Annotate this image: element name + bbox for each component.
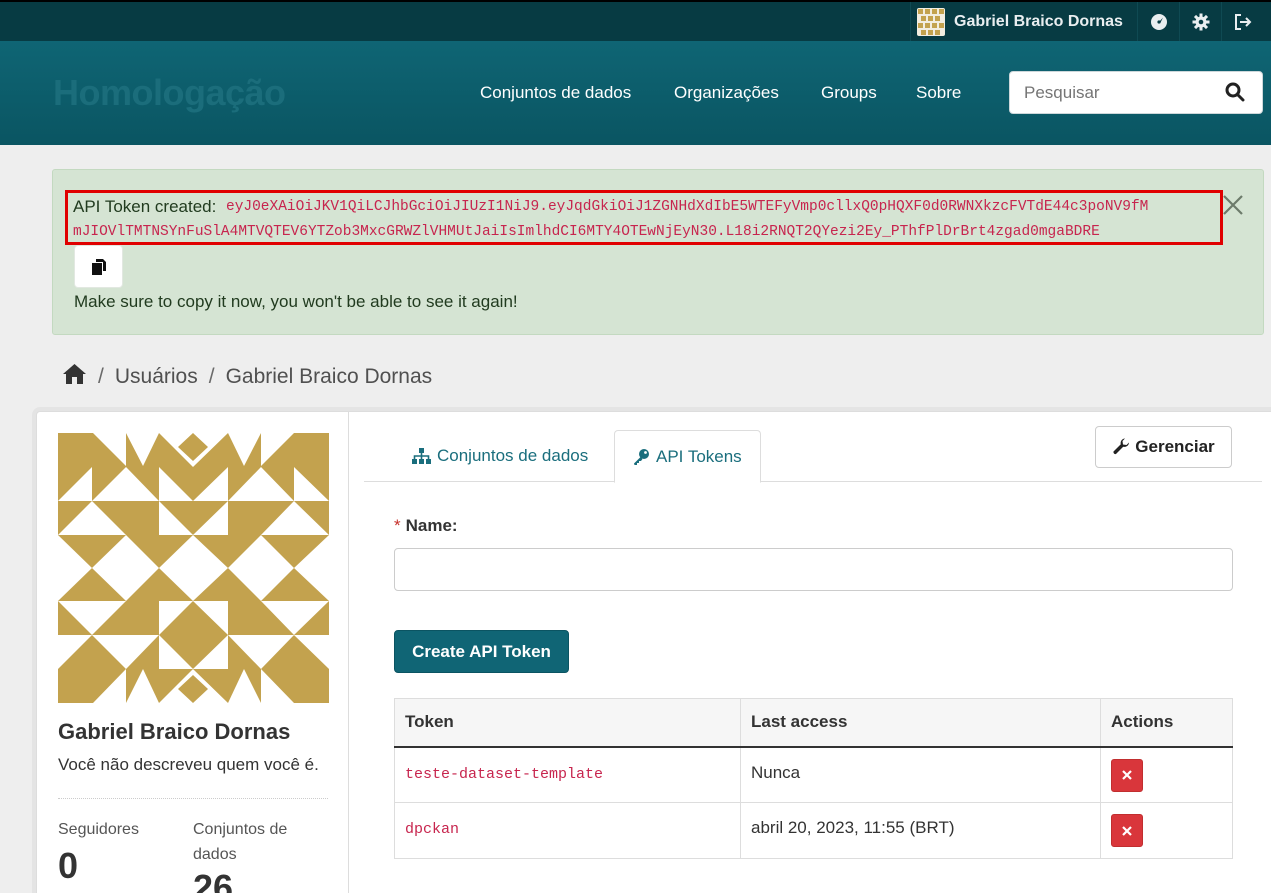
column-header-token: Token [394,698,741,748]
user-avatar-small [917,7,945,36]
content-wrapper: Gabriel Braico Dornas Você não descreveu… [36,411,1271,893]
divider [58,798,328,799]
nav-groups[interactable]: Groups [821,83,877,103]
home-icon[interactable] [62,363,87,391]
key-icon [634,449,649,465]
token-name-cell: dpckan [394,802,741,859]
profile-sidebar: Gabriel Braico Dornas Você não descreveu… [37,412,349,893]
followers-label: Seguidores [58,821,139,838]
create-api-token-button[interactable]: Create API Token [394,630,569,673]
tab-datasets[interactable]: Conjuntos de dados [412,430,588,482]
close-icon [1122,770,1132,780]
actions-cell [1100,802,1233,859]
nav-datasets[interactable]: Conjuntos de dados [480,83,631,103]
search-icon[interactable] [1225,82,1247,104]
site-masthead: Homologação Conjuntos de dados Organizaç… [0,41,1271,145]
last-access-cell: abril 20, 2023, 11:55 (BRT) [740,802,1101,859]
breadcrumb: / Usuários / Gabriel Braico Dornas [62,364,432,390]
followers-count: 0 [58,845,79,886]
logout-icon[interactable] [1221,2,1263,41]
tab-api-tokens-label: API Tokens [656,446,742,466]
manage-button-label: Gerenciar [1135,437,1215,456]
name-label-text: Name: [405,516,458,535]
breadcrumb-separator: / [98,365,104,388]
api-tokens-table: Token Last access Actions teste-dataset-… [394,698,1233,859]
token-created-box: API Token created: eyJ0eXAiOiJKV1QiLCJhb… [65,190,1223,245]
flash-message: API Token created: eyJ0eXAiOiJKV1QiLCJhb… [52,169,1264,335]
content-tabs: Conjuntos de dados API Tokens Gerenciar [364,412,1262,483]
flash-note: Make sure to copy it now, you won't be a… [74,292,518,311]
revoke-token-button[interactable] [1111,814,1143,847]
last-access-cell: Nunca [740,746,1101,803]
wrench-icon [1113,438,1130,455]
token-name-cell: teste-dataset-template [394,746,741,803]
gear-icon[interactable] [1179,2,1221,41]
nav-about[interactable]: Sobre [916,83,961,103]
table-row: teste-dataset-template Nunca [394,746,1233,803]
nav-organizations[interactable]: Organizações [674,83,779,103]
datasets-label: Conjuntos de dados [193,821,288,863]
close-icon[interactable] [1222,194,1244,216]
account-masthead: Gabriel Braico Dornas [0,0,1271,41]
column-header-actions: Actions [1100,698,1233,748]
copy-token-button[interactable] [74,245,123,288]
actions-cell [1100,746,1233,803]
copy-icon [91,258,106,275]
manage-button[interactable]: Gerenciar [1095,426,1232,468]
search-input[interactable] [1024,82,1214,104]
tab-api-tokens[interactable]: API Tokens [614,430,761,483]
profile-name: Gabriel Braico Dornas [58,719,291,744]
account-user-name: Gabriel Braico Dornas [954,12,1123,30]
breadcrumb-users[interactable]: Usuários [115,365,198,389]
breadcrumb-separator: / [208,365,215,388]
dashboard-icon[interactable] [1137,2,1179,41]
tab-datasets-label: Conjuntos de dados [437,446,589,465]
account-user-link[interactable]: Gabriel Braico Dornas [910,2,1137,41]
token-value-line-1: eyJ0eXAiOiJKV1QiLCJhbGciOiJIUzI1NiJ9.eyJ… [226,199,1149,215]
revoke-token-button[interactable] [1111,758,1143,792]
breadcrumb-current-user[interactable]: Gabriel Braico Dornas [226,365,433,389]
site-title[interactable]: Homologação [53,72,286,114]
sitemap-icon [412,448,431,464]
token-value-line-2: mJIOVlTMTNSYnFuSlA4MTVQTEV6YTZob3MxcGRWZ… [73,224,1100,240]
user-avatar [58,433,329,703]
name-field-label: * Name: [394,516,458,536]
close-icon [1122,825,1132,836]
profile-about: Você não descreveu quem você é. [58,755,319,774]
column-header-last-access: Last access [740,698,1101,748]
datasets-count: 26 [193,867,234,893]
token-name-input[interactable] [394,548,1233,591]
table-header-row: Token Last access Actions [394,698,1233,748]
table-row: dpckan abril 20, 2023, 11:55 (BRT) [394,802,1233,859]
site-search [1009,71,1263,114]
required-marker: * [394,516,401,535]
